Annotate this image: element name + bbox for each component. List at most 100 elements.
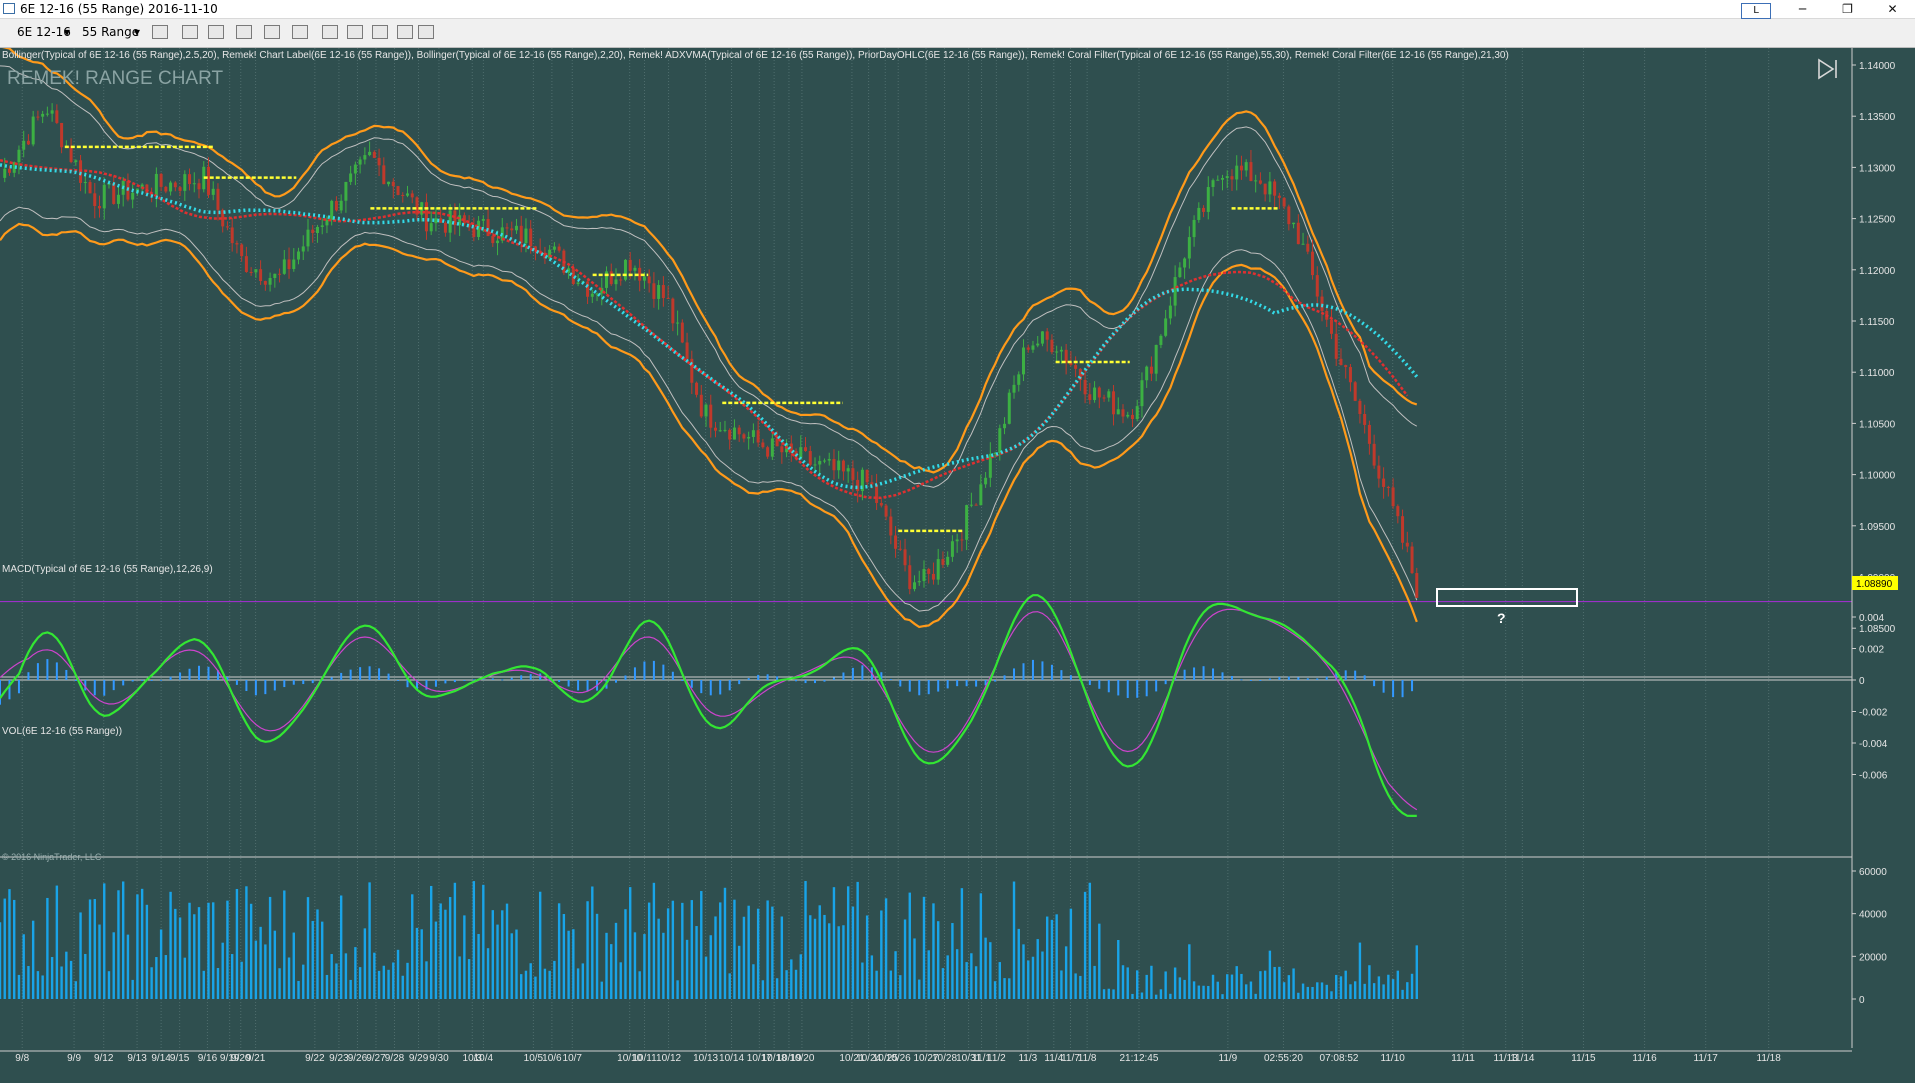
volume-bar — [65, 951, 68, 999]
macd-histogram-bar — [359, 667, 362, 680]
volume-bar — [719, 902, 722, 999]
macd-histogram-bar — [1193, 667, 1196, 680]
volume-bar — [31, 920, 35, 999]
pin-icon[interactable] — [208, 25, 224, 39]
volume-bar — [1017, 928, 1020, 999]
chart-area[interactable]: Bollinger(Typical of 6E 12-16 (55 Range)… — [0, 45, 1915, 1079]
maximize-button[interactable]: ❐ — [1825, 0, 1870, 18]
macd-histogram-bar — [823, 680, 826, 682]
price-bar-body — [875, 484, 879, 503]
volume-bar — [349, 979, 352, 999]
price-bar-body — [154, 173, 158, 196]
volume-bar — [1207, 985, 1210, 999]
price-bar-body — [505, 227, 509, 229]
macd-histogram-bar — [889, 679, 892, 681]
time-axis-label: 11/9 — [1219, 1053, 1238, 1064]
chart-watermark: REMEK! RANGE CHART — [7, 68, 223, 89]
price-bar-body — [169, 182, 173, 192]
price-bar-body — [1391, 487, 1395, 507]
volume-bar — [1079, 975, 1082, 999]
macd-histogram-bar — [851, 667, 854, 680]
volume-bar — [747, 905, 750, 999]
indicators-label: Bollinger(Typical of 6E 12-16 (55 Range)… — [2, 50, 1509, 61]
price-bar-body — [865, 469, 869, 483]
volume-bar — [1358, 942, 1362, 999]
period-dropdown-icon[interactable]: ▾ — [134, 25, 140, 39]
macd-histogram-bar — [1050, 664, 1053, 680]
volume-bar — [918, 979, 921, 999]
volume-bar — [17, 974, 21, 999]
bar-type-icon[interactable] — [152, 25, 168, 39]
chart-svg[interactable]: Bollinger(Typical of 6E 12-16 (55 Range)… — [0, 45, 1915, 1079]
volume-bar — [1235, 966, 1238, 999]
time-axis-label: 9/13 — [127, 1053, 147, 1064]
price-bar-body — [889, 516, 893, 536]
volume-bar — [1377, 976, 1381, 999]
volume-bar — [230, 954, 234, 999]
eraser-icon[interactable] — [236, 25, 252, 39]
price-tick-label: 1.12000 — [1859, 266, 1896, 277]
price-bar-body — [278, 273, 282, 275]
price-bar-body — [249, 271, 253, 273]
time-axis-label: 9/9 — [67, 1053, 81, 1064]
price-bar-body — [1197, 207, 1201, 220]
macd-histogram-bar — [273, 680, 276, 691]
price-bar-body — [429, 223, 433, 232]
macd-histogram-bar — [662, 664, 665, 680]
volume-bar — [851, 906, 855, 999]
macd-histogram-bar — [690, 680, 693, 688]
volume-bar — [1031, 956, 1035, 999]
time-axis-label: 10/28 — [932, 1053, 957, 1064]
macd-histogram-bar — [577, 680, 580, 691]
volume-bar — [60, 966, 63, 999]
chart-properties-icon[interactable] — [372, 25, 388, 39]
price-bar-body — [884, 505, 888, 517]
price-bar-body — [657, 285, 661, 299]
data-box-icon[interactable] — [397, 25, 413, 39]
volume-bar — [1325, 984, 1328, 999]
price-bar-body — [974, 504, 978, 506]
macd-histogram-bar — [975, 680, 978, 687]
time-axis-label: 11/11 — [1451, 1053, 1475, 1064]
volume-bar — [373, 952, 376, 999]
price-bar-body — [718, 430, 722, 432]
drawing-tool-icon[interactable] — [182, 25, 198, 39]
macd-histogram-bar — [652, 660, 655, 680]
volume-bar — [458, 956, 461, 999]
price-bar-body — [173, 182, 177, 188]
instrument-dropdown-icon[interactable]: ▾ — [64, 25, 70, 39]
time-axis-label: 11/15 — [1571, 1053, 1596, 1064]
price-bar-body — [1292, 222, 1296, 225]
price-bar-body — [950, 541, 954, 557]
volume-bar — [434, 921, 438, 999]
volume-bar — [283, 890, 286, 999]
macd-histogram-bar — [207, 666, 210, 680]
time-axis-label: 9/30 — [429, 1053, 449, 1064]
indicators-icon[interactable] — [322, 25, 338, 39]
volume-bar — [0, 922, 2, 999]
period-selector[interactable]: 55 Range — [82, 25, 139, 39]
price-bar-body — [69, 145, 73, 163]
close-button[interactable]: ✕ — [1870, 0, 1915, 18]
volume-bar — [396, 949, 400, 999]
chart-trader-icon[interactable] — [418, 25, 434, 39]
volume-bar — [970, 953, 973, 999]
minimize-button[interactable]: ─ — [1780, 0, 1825, 18]
volume-bar — [107, 971, 111, 999]
zoom-icon[interactable] — [292, 25, 308, 39]
volume-bar — [870, 955, 874, 999]
instrument-selector[interactable]: 6E 12-16 — [17, 25, 71, 39]
volume-bar — [354, 947, 357, 999]
price-bar-body — [22, 140, 26, 150]
link-button[interactable]: L — [1740, 0, 1772, 19]
volume-bar — [472, 881, 476, 999]
time-axis-label: 9/23 — [329, 1053, 349, 1064]
volume-bar — [311, 920, 314, 999]
crosshair-icon[interactable] — [264, 25, 280, 39]
volume-bar — [581, 963, 585, 999]
price-bar-body — [647, 276, 651, 284]
strategies-icon[interactable] — [347, 25, 363, 39]
macd-histogram-bar — [264, 680, 267, 695]
price-tick-label: 1.13000 — [1859, 163, 1896, 174]
volume-bar — [155, 957, 158, 999]
